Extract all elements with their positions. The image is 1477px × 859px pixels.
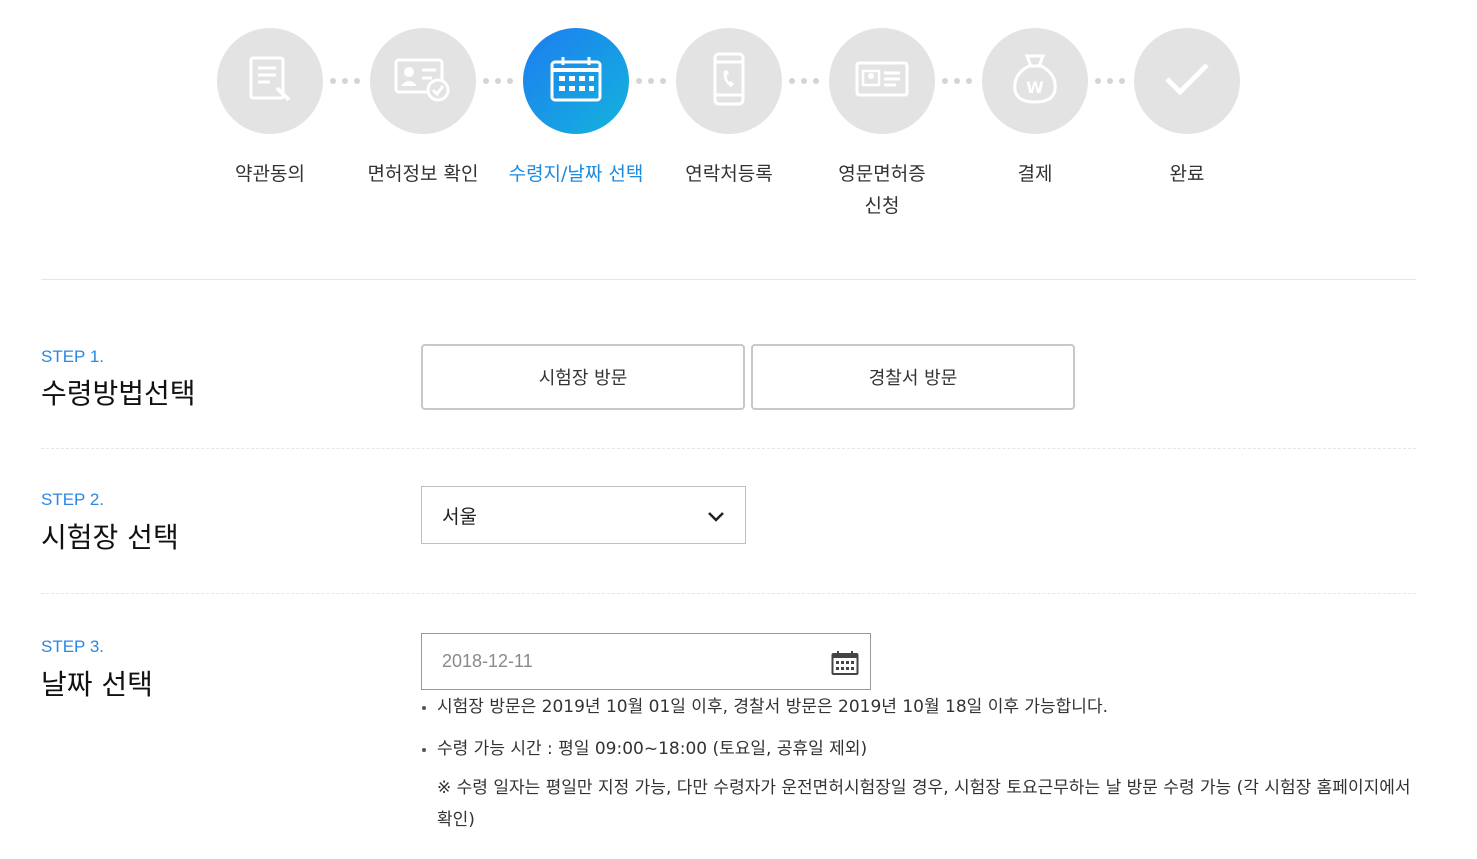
step-label: 결제 [1017, 163, 1053, 185]
row-divider [41, 448, 1416, 449]
phone-icon [709, 51, 749, 111]
progress-stepper: 약관동의 면허정보 확인 수령지/날짜 선택 연락처등록 영문면허증 신청 W … [0, 28, 1477, 228]
license-card-icon [854, 59, 910, 103]
exam-center-visit-button[interactable]: 시험장 방문 [421, 344, 745, 410]
step-label: 영문면허증 신청 [838, 163, 926, 217]
step-circle: W [982, 28, 1088, 134]
exam-center-select[interactable]: 서울 [421, 486, 746, 544]
step-terms: 약관동의 [195, 28, 345, 190]
step3-title: 날짜 선택 [41, 668, 153, 701]
step-circle-active [523, 28, 629, 134]
won-bag-icon: W [1009, 52, 1061, 110]
svg-text:W: W [1026, 78, 1044, 97]
step1-tag: STEP 1. [41, 347, 104, 366]
step-circle [676, 28, 782, 134]
step2-title: 시험장 선택 [41, 521, 179, 554]
document-pen-icon [243, 52, 297, 110]
step-label: 완료 [1169, 163, 1205, 185]
step-label: 약관동의 [235, 163, 305, 185]
calendar-icon[interactable] [831, 650, 859, 681]
note-remark: ※ 수령 일자는 평일만 지정 가능, 다만 수령자가 운전면허시험장일 경우,… [437, 778, 1411, 830]
section-divider [41, 279, 1416, 280]
step-circle [370, 28, 476, 134]
step-complete: 완료 [1112, 28, 1262, 190]
id-card-check-icon [392, 52, 454, 110]
date-input[interactable]: 2018-12-11 [421, 633, 871, 690]
step-contact: 연락처등록 [654, 28, 804, 190]
step-label-active: 수령지/날짜 선택 [508, 163, 644, 185]
step-circle [829, 28, 935, 134]
note-item: 수령 가능 시간 : 평일 09:00~18:00 (토요일, 공휴일 제외) [421, 736, 1421, 762]
step-label: 연락처등록 [685, 163, 773, 185]
row-divider [41, 593, 1416, 594]
select-value: 서울 [442, 505, 477, 528]
step-payment: W 결제 [960, 28, 1110, 190]
step2-tag: STEP 2. [41, 490, 104, 509]
step-pickup-date: 수령지/날짜 선택 [501, 28, 651, 190]
step-circle [217, 28, 323, 134]
note-item: 시험장 방문은 2019년 10월 01일 이후, 경찰서 방문은 2019년 … [421, 694, 1421, 720]
step-circle [1134, 28, 1240, 134]
check-icon [1162, 59, 1212, 103]
date-notes: 시험장 방문은 2019년 10월 01일 이후, 경찰서 방문은 2019년 … [421, 694, 1421, 836]
police-station-visit-button[interactable]: 경찰서 방문 [751, 344, 1075, 410]
step-label: 면허정보 확인 [367, 163, 479, 185]
step3-tag: STEP 3. [41, 637, 104, 656]
step-license-info: 면허정보 확인 [348, 28, 498, 190]
date-value: 2018-12-11 [442, 651, 533, 671]
calendar-icon [549, 54, 603, 108]
step-english-license: 영문면허증 신청 [807, 28, 957, 222]
chevron-down-icon [707, 507, 725, 529]
step1-title: 수령방법선택 [41, 377, 196, 410]
